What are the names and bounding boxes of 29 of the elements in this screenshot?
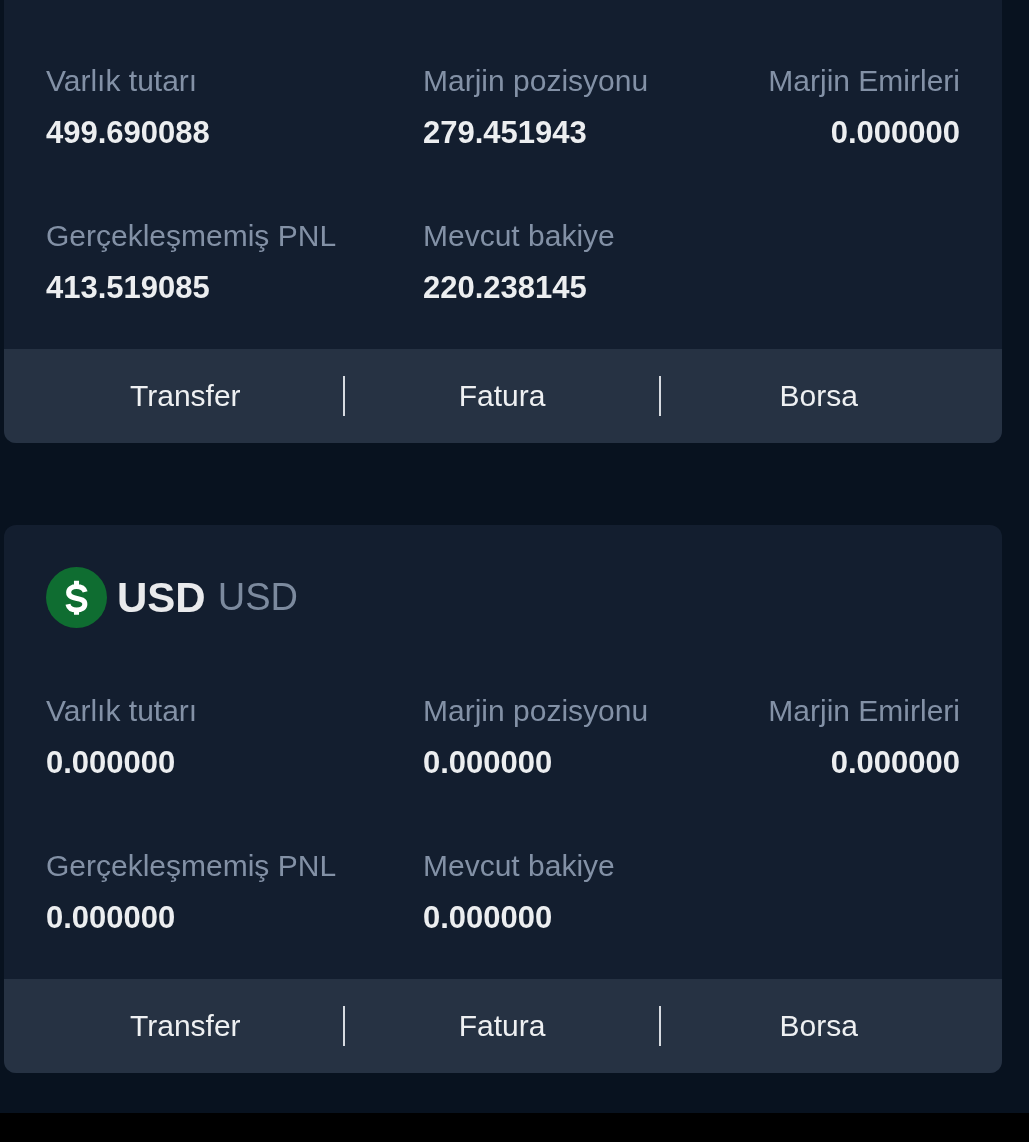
action-button[interactable]: Fatura <box>344 349 660 443</box>
field-value: 413.519085 <box>46 270 210 306</box>
field-label: Gerçekleşmemiş PNL <box>46 848 337 884</box>
action-button[interactable]: Borsa <box>661 979 976 1073</box>
field-label: Gerçekleşmemiş PNL <box>46 218 337 254</box>
field-value: 0.000000 <box>46 745 176 781</box>
field-label: Mevcut bakiye <box>423 218 615 254</box>
currency-code: USD <box>117 573 206 623</box>
field-label: Varlık tutarı <box>46 63 198 99</box>
field-label: Marjin Emirleri <box>768 63 960 99</box>
field-value: 220.238145 <box>423 270 587 306</box>
field-value: 0.000000 <box>423 900 553 936</box>
field-label: Varlık tutarı <box>46 693 198 729</box>
action-button[interactable]: Transfer <box>28 979 343 1073</box>
action-button[interactable]: Fatura <box>344 979 660 1073</box>
field-value: 279.451943 <box>423 115 587 151</box>
dollar-icon <box>46 567 107 628</box>
field-value: 0.000000 <box>830 115 960 151</box>
field-value: 0.000000 <box>46 900 176 936</box>
field-label: Marjin pozisyonu <box>423 63 649 99</box>
field-value: 0.000000 <box>830 745 960 781</box>
field-value: 0.000000 <box>423 745 553 781</box>
currency-name: USD <box>217 575 298 620</box>
field-label: Marjin pozisyonu <box>423 693 649 729</box>
field-label: Marjin Emirleri <box>768 693 960 729</box>
action-button[interactable]: Borsa <box>661 349 976 443</box>
field-label: Mevcut bakiye <box>423 848 615 884</box>
field-value: 499.690088 <box>46 115 210 151</box>
action-button[interactable]: Transfer <box>28 349 343 443</box>
